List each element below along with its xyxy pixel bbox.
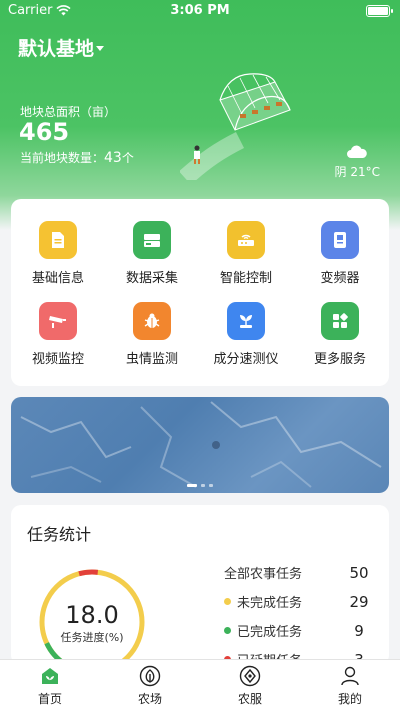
carousel-dot-active[interactable] [187, 484, 197, 487]
tab-label: 首页 [37, 692, 62, 706]
user-icon [341, 666, 359, 686]
banner-image [20, 401, 382, 488]
stat-value: 29 [349, 592, 369, 611]
menu-label: 数据采集 [125, 271, 178, 286]
status-bar: Carrier 3:06 PM [0, 0, 400, 22]
weather-text: 阴 21°C [334, 165, 380, 179]
menu-item-component-tester[interactable]: 成分速测仪 [199, 302, 293, 367]
weather: 阴 21°C [335, 145, 380, 180]
stat-name: 未完成任务 [237, 596, 303, 611]
plot-count-value: 43 [104, 150, 122, 166]
menu-label: 更多服务 [313, 352, 366, 367]
plot-count: 当前地块数量：43个 [20, 149, 134, 166]
base-selector[interactable]: 默认基地 [18, 34, 105, 61]
plot-count-unit: 个 [121, 151, 134, 165]
menu-item-basic-info[interactable]: 基础信息 [11, 221, 105, 286]
menu-label: 基础信息 [31, 271, 84, 286]
area-value: 465 [19, 118, 70, 146]
menu-item-inverter[interactable]: 变频器 [293, 221, 387, 286]
greenhouse-illustration [180, 73, 291, 180]
menu-label: 成分速测仪 [213, 352, 279, 367]
service-icon [239, 665, 261, 687]
tab-farm[interactable]: 农场 [100, 660, 200, 711]
leaf-icon [139, 665, 161, 687]
menu-item-more-services[interactable]: 更多服务 [293, 302, 387, 367]
sprout-icon [227, 302, 265, 340]
camera-icon [39, 302, 77, 340]
stat-row-done: 已完成任务 9 [224, 621, 374, 640]
plot-count-label: 当前地块数量： [20, 151, 105, 165]
progress-value: 18.0 [65, 601, 119, 629]
tab-bar: 首页 农场 农服 我的 [0, 659, 400, 711]
menu-item-pest-monitor[interactable]: 虫情监测 [105, 302, 199, 367]
base-name: 默认基地 [18, 38, 95, 60]
stat-name: 已完成任务 [237, 625, 303, 640]
stat-row-all: 全部农事任务 50 [224, 563, 374, 583]
task-statistics: 任务统计 18.0 任务进度(%) 全部农事任务 50 未完成任务 29 已完成… [11, 505, 389, 675]
carousel-indicator[interactable] [11, 484, 389, 487]
carousel-dot[interactable] [209, 484, 213, 487]
document-icon [39, 221, 77, 259]
data-device-icon [133, 221, 171, 259]
cloud-icon [347, 145, 368, 158]
clock: 3:06 PM [170, 3, 230, 18]
task-title: 任务统计 [27, 525, 92, 544]
progress-label: 任务进度(%) [60, 631, 124, 644]
stat-value: 9 [354, 621, 364, 640]
tab-label: 农场 [137, 692, 162, 706]
banner-carousel[interactable] [11, 397, 389, 493]
tab-profile[interactable]: 我的 [300, 660, 400, 711]
menu-item-smart-control[interactable]: 智能控制 [199, 221, 293, 286]
feature-menu: 基础信息 数据采集 智能控制 变频器 视频监控 虫情监测 成分速测仪 更多服务 [11, 199, 389, 386]
done-dot [224, 627, 231, 634]
grid-icon [321, 302, 359, 340]
tab-label: 我的 [337, 692, 362, 706]
menu-label: 智能控制 [219, 271, 272, 286]
menu-label: 虫情监测 [125, 352, 178, 367]
carousel-dot[interactable] [201, 484, 205, 487]
inverter-icon [321, 221, 359, 259]
tab-home[interactable]: 首页 [0, 660, 100, 711]
battery-icon [366, 5, 393, 17]
pending-dot [224, 598, 231, 605]
bug-icon [133, 302, 171, 340]
stat-name: 全部农事任务 [224, 567, 303, 582]
menu-label: 视频监控 [31, 352, 84, 367]
router-icon [227, 221, 265, 259]
tab-label: 农服 [237, 692, 262, 706]
stat-value: 50 [349, 563, 369, 582]
menu-label: 变频器 [320, 271, 360, 286]
stat-row-pending: 未完成任务 29 [224, 592, 374, 611]
menu-item-data-collection[interactable]: 数据采集 [105, 221, 199, 286]
home-icon [42, 668, 58, 684]
tab-service[interactable]: 农服 [200, 660, 300, 711]
caret-down-icon [96, 46, 105, 51]
menu-item-video-monitor[interactable]: 视频监控 [11, 302, 105, 367]
